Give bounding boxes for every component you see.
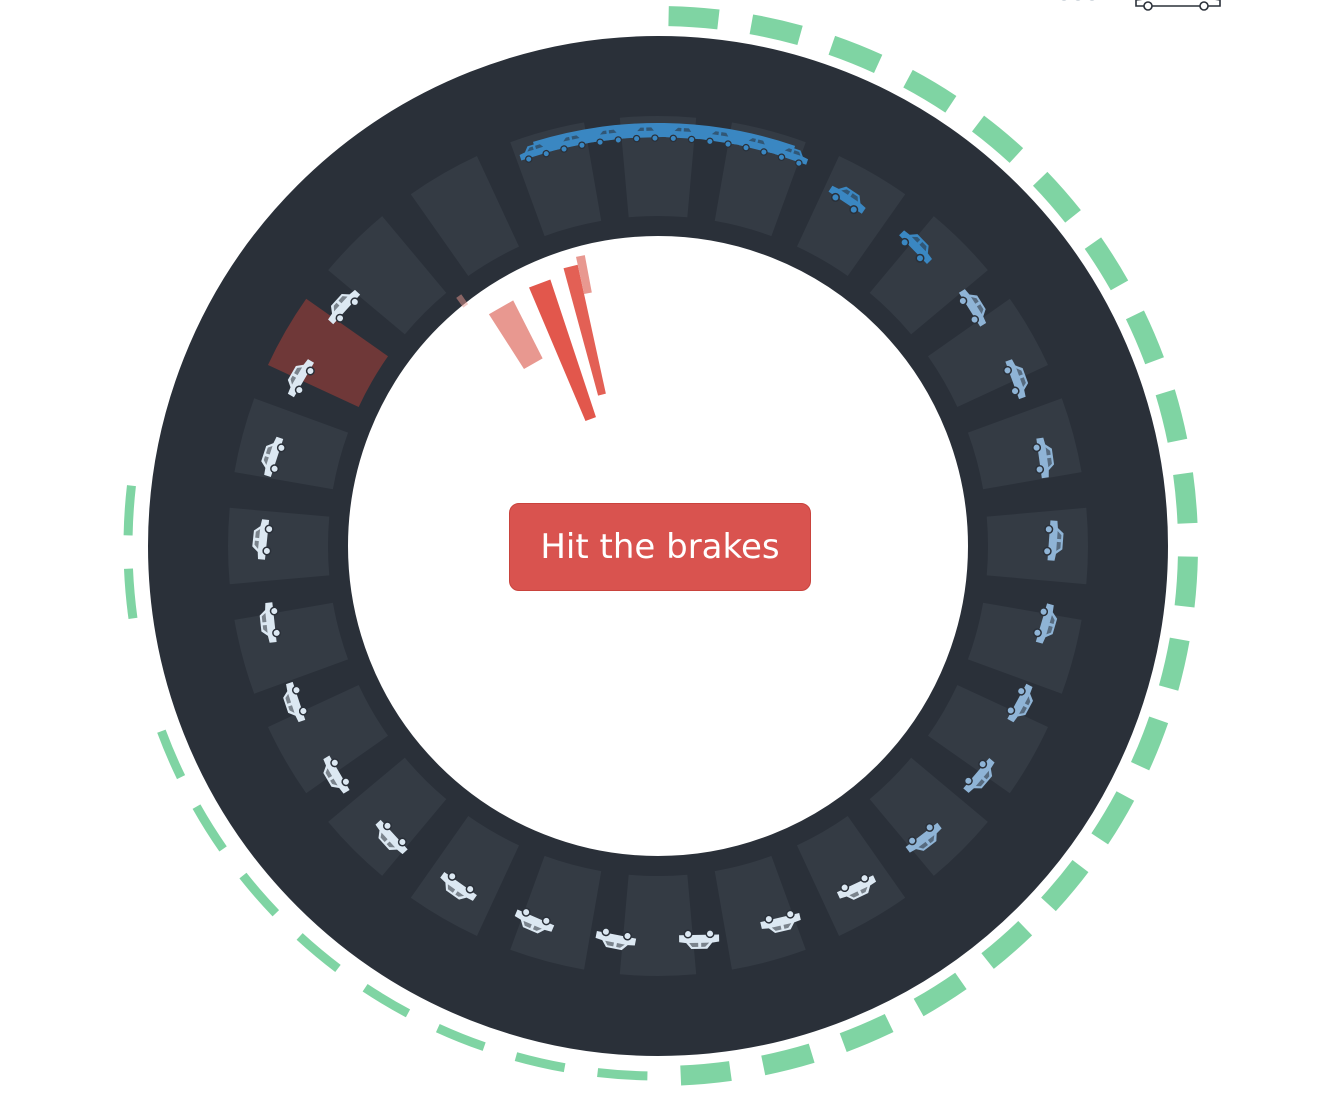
- outer-ring-dash: [1155, 389, 1188, 443]
- legend-car-icon: [1061, 0, 1221, 11]
- outer-ring-dash: [828, 35, 883, 74]
- outer-ring-dash: [981, 920, 1033, 969]
- hit-the-brakes-button[interactable]: Hit the brakes: [509, 503, 811, 591]
- outer-ring-dash: [1084, 237, 1129, 291]
- outer-ring-dash: [435, 1024, 486, 1051]
- outer-ring-dash: [123, 485, 136, 536]
- outer-ring-dash: [157, 729, 186, 780]
- outer-ring-dash: [1125, 310, 1164, 365]
- outer-ring-dash: [971, 115, 1024, 163]
- outer-ring-dash: [597, 1068, 648, 1081]
- outer-ring-dash: [1091, 791, 1135, 845]
- track-slot: [619, 874, 697, 977]
- outer-ring-dash: [239, 872, 280, 917]
- outer-ring-dash: [514, 1052, 566, 1073]
- outer-ring-dash: [1158, 637, 1190, 691]
- outer-ring-dash: [362, 983, 411, 1018]
- outer-ring-dash: [680, 1061, 732, 1086]
- outer-ring-dash: [1174, 556, 1198, 608]
- brake-bar: [488, 300, 543, 369]
- outer-ring-dash: [1130, 716, 1169, 771]
- outer-ring-dash: [761, 1043, 815, 1076]
- outer-ring-dash: [296, 933, 341, 973]
- outer-ring-dash: [1173, 472, 1198, 524]
- outer-ring-dash: [1041, 859, 1089, 912]
- outer-ring-dash: [913, 972, 967, 1017]
- outer-ring-dash: [749, 14, 803, 46]
- outer-ring-dash: [1032, 171, 1081, 223]
- track-slot: [228, 507, 330, 585]
- track-slot: [986, 507, 1088, 585]
- outer-ring-dash: [903, 69, 957, 113]
- outer-ring-dash: [192, 804, 227, 852]
- outer-ring-dash: [123, 568, 138, 620]
- outer-ring-dash: [839, 1013, 894, 1052]
- outer-ring-dash: [668, 6, 720, 30]
